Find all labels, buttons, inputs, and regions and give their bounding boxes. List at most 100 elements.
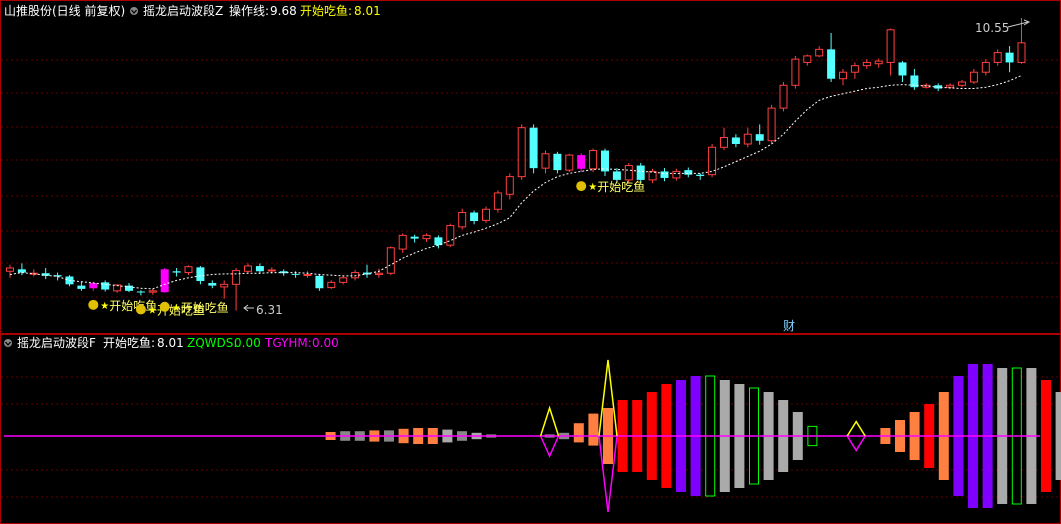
candle-body [589,150,598,170]
candle-body [517,127,526,178]
candle-body [553,153,562,171]
candle-body [505,176,514,195]
candle-body [755,134,764,141]
candle-body [351,272,360,279]
candle-body [850,65,859,73]
star-icon: ★ [172,303,181,314]
candle-body [255,266,264,272]
candle-body [660,171,669,178]
candle-body [1005,52,1014,63]
candle-body [565,154,574,171]
candle-body [779,84,788,109]
candle-body [672,170,681,179]
candle-body [612,171,621,180]
candle-body [720,136,728,148]
candle-body [208,283,217,286]
candle-body [291,273,300,275]
fish-value: 8.01 [354,4,381,18]
candle-body [172,271,181,273]
candle-body [446,225,455,246]
candle-body [898,62,907,76]
tg-label: TGYHM: [264,336,312,350]
candle-body [220,283,229,288]
bar [588,413,599,446]
candle-body [267,269,276,272]
signal-label: 开始吃鱼 [181,301,229,315]
candle-body [731,137,740,144]
candle-body [874,60,883,65]
candle-body [136,291,145,293]
bottom-indicator-name: 摇龙启动波段F [17,335,96,350]
candle-body [386,247,395,274]
candle-body [577,155,586,169]
bottom-fish-value: 8.01 [157,336,184,350]
cai-marker[interactable]: 财 [783,319,795,333]
candle-body [184,266,193,274]
zq-label: ZQWDS: [187,336,237,350]
chart-canvas: 山推股份(日线 前复权) 摇龙启动波段Z 操作线: 9.68 开始吃鱼: 8.0… [0,0,1061,524]
candle-body [482,208,490,221]
candle-body [541,153,550,169]
zq-value: 0.00 [234,336,261,350]
candle-body [458,212,467,228]
money-bag-icon [159,301,170,312]
candle-body [815,48,824,57]
candle-body [101,282,110,290]
candle-body [339,277,348,283]
star-icon: ★ [100,301,109,312]
signal-label: 开始吃鱼 [597,180,645,194]
candle-body [6,267,14,272]
stock-title: 山推股份(日线 前复权) [4,3,125,18]
candle-body [327,281,336,289]
candle-body [767,107,776,142]
candle-body [410,236,419,239]
tg-value: 0.00 [312,336,339,350]
candle-body [77,285,86,289]
candle-body [303,274,312,277]
bar [1041,380,1051,492]
candle-body [958,81,966,86]
line-value: 9.68 [270,4,297,18]
candle-body [839,71,847,80]
candle-body [696,174,705,176]
money-bag-icon [135,304,146,315]
money-bag-icon [576,181,587,192]
candle-body [374,272,383,276]
candle-body [196,267,205,282]
bar [573,423,584,443]
high-price-annotation: 10.55 [975,21,1009,35]
candle-body [89,283,98,289]
candle-body [232,270,241,285]
candle-body [470,212,479,222]
star-icon: ★ [588,182,597,193]
candle-body [529,127,538,169]
candle-body [946,84,955,88]
star-icon: ★ [148,305,157,316]
candle-body [684,170,693,175]
candle-body [422,234,431,240]
candle-body [827,49,836,79]
candle-body [315,275,324,289]
candle-body [993,52,1002,63]
candle-body [244,265,252,272]
line-label: 操作线: [229,3,269,18]
candle-body [886,29,895,63]
candle-body [493,192,502,210]
money-bag-icon [88,299,99,310]
candle-body [398,234,407,250]
candle-body [148,290,157,293]
candle-body [791,58,800,86]
candle-body [1017,42,1026,63]
bottom-fish-label: 开始吃鱼: [103,336,155,350]
candle-body [803,55,812,63]
candle-body [601,150,609,172]
bar [1055,392,1061,480]
top-indicator-name: 摇龙启动波段Z [143,3,223,18]
fish-label: 开始吃鱼: [300,4,352,18]
candle-body [743,133,752,145]
candle-body [981,61,990,73]
candle-body [160,269,169,293]
candle-body [636,165,645,180]
low-price-annotation: 6.31 [256,303,283,317]
candle-body [969,71,978,83]
